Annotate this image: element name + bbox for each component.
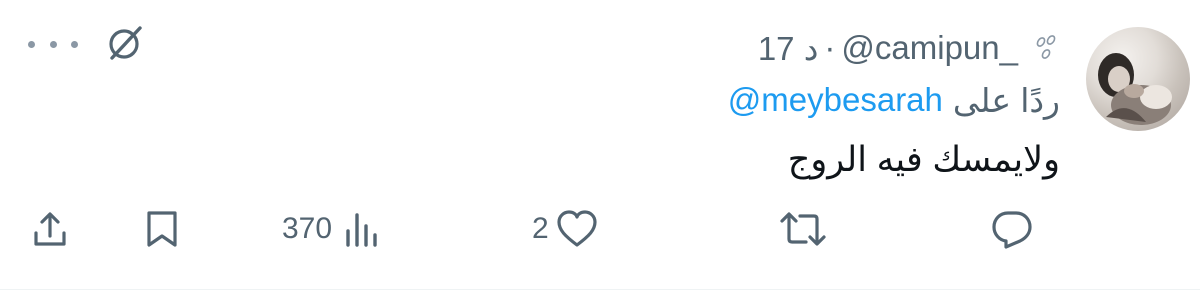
grok-button[interactable]: [104, 22, 146, 64]
reply-icon: [992, 211, 1032, 249]
divider: [0, 289, 1200, 290]
retweet-button[interactable]: [778, 204, 828, 254]
views-button[interactable]: 370: [282, 204, 382, 254]
views-count: 370: [282, 212, 333, 245]
more-options-button[interactable]: [28, 34, 78, 54]
author-handle[interactable]: @camipun_: [841, 29, 1018, 67]
reply-prefix: ردًا على: [952, 81, 1060, 119]
more-dots-icon: [49, 40, 57, 48]
action-bar: 370 2: [0, 204, 1200, 254]
share-icon: [34, 212, 66, 246]
tweet-header: 17 د · @camipun_: [758, 28, 1060, 68]
heart-icon: [557, 210, 597, 247]
tweet-text: ولايمسك فيه الروج: [787, 140, 1060, 179]
reply-button[interactable]: [990, 204, 1034, 254]
replying-to: @meybesarah ردًا على: [728, 80, 1060, 120]
like-button[interactable]: 2: [532, 204, 599, 254]
decorative-dots-icon: [1032, 34, 1060, 62]
bookmark-icon: [147, 211, 177, 247]
share-button[interactable]: [30, 204, 70, 254]
header-separator: ·: [824, 29, 836, 66]
reply-to-handle[interactable]: @meybesarah: [728, 81, 943, 119]
avatar[interactable]: [1086, 27, 1190, 131]
tweet-time[interactable]: 17 د: [758, 29, 819, 68]
retweet-icon: [780, 212, 826, 246]
more-dots-icon: [71, 40, 78, 48]
tweet-card[interactable]: 17 د · @camipun_ @meybesarah ردًا على ول…: [0, 0, 1200, 293]
analytics-icon: [346, 213, 377, 247]
more-dots-icon: [28, 40, 35, 48]
likes-count: 2: [532, 212, 549, 245]
grok-icon: [109, 26, 142, 60]
bookmark-button[interactable]: [144, 204, 180, 254]
